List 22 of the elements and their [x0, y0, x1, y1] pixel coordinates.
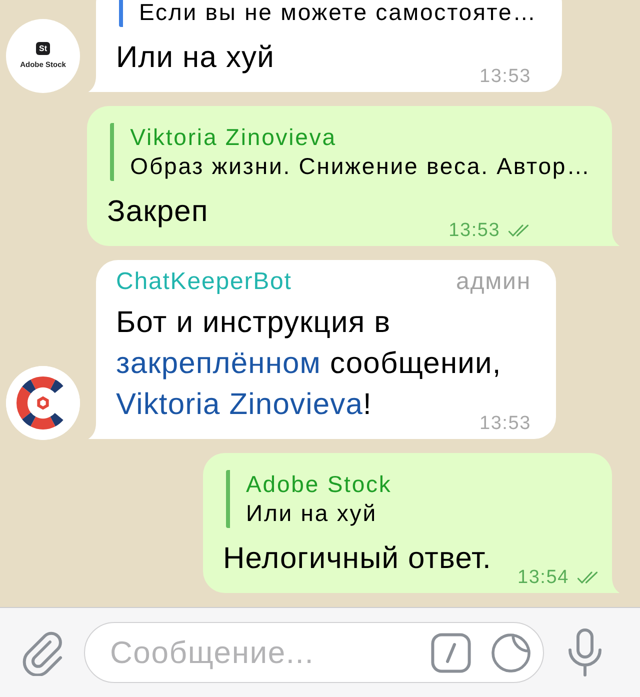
- message-text: Или на хуй: [116, 41, 275, 74]
- message-time: 13:53: [448, 224, 500, 238]
- message-link[interactable]: закреплённом: [116, 347, 322, 380]
- message-input[interactable]: Сообщение...: [84, 622, 544, 683]
- reply-quote[interactable]: Adobe Stock Или на хуй: [226, 470, 591, 528]
- message-text: Нелогичный ответ.: [223, 542, 492, 575]
- avatar-icon[interactable]: [6, 366, 80, 440]
- reply-text: Или на хуй: [246, 499, 378, 528]
- reply-quote[interactable]: Viktoria Zinovieva Образ жизни. Снижение веса. Автор…: [110, 123, 591, 181]
- message-link[interactable]: Viktoria Zinovieva: [116, 388, 364, 421]
- admin-label: админ: [456, 268, 531, 296]
- paperclip-icon: [21, 630, 65, 676]
- microphone-button[interactable]: [567, 628, 603, 678]
- logo-badge: St: [36, 42, 50, 54]
- reply-text: Образ жизни. Снижение веса. Автор…: [130, 152, 591, 181]
- microphone-icon: [567, 628, 603, 678]
- message-time: 13:53: [479, 70, 531, 84]
- attach-button[interactable]: [21, 630, 65, 676]
- message-text: Закреп: [107, 195, 208, 228]
- message-time: 13:54: [517, 571, 569, 585]
- reply-author: Adobe Stock: [246, 470, 393, 499]
- reply-author: Viktoria Zinovieva: [130, 123, 338, 152]
